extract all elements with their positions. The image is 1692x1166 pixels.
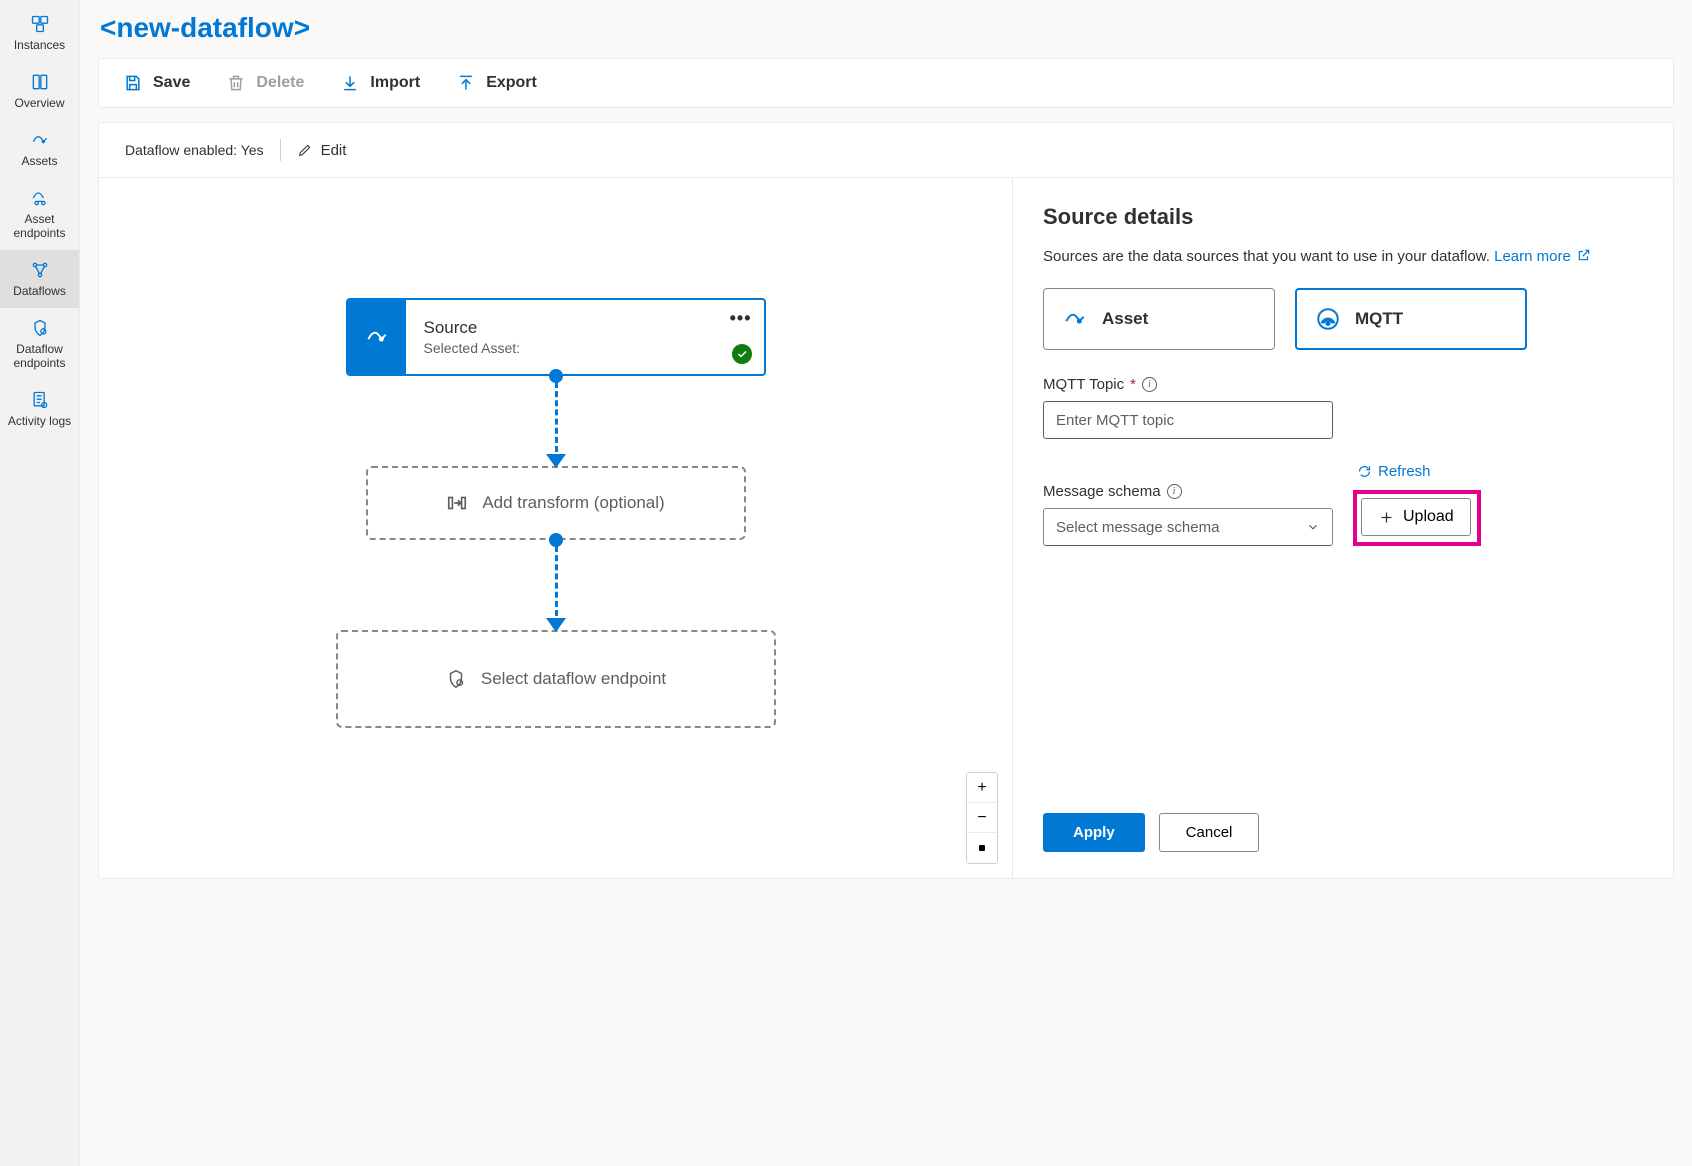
sidebar-label: Assets — [21, 154, 57, 168]
canvas[interactable]: ••• Source Selected Asset: — [99, 178, 1013, 878]
mqtt-topic-input[interactable] — [1043, 401, 1333, 439]
source-node-menu[interactable]: ••• — [730, 308, 752, 329]
import-label: Import — [370, 74, 420, 92]
message-schema-select[interactable]: Select message schema — [1043, 508, 1333, 546]
check-icon — [732, 344, 752, 364]
connector — [555, 540, 557, 630]
details-panel: Source details Sources are the data sour… — [1013, 178, 1673, 878]
source-type-asset-label: Asset — [1102, 309, 1148, 329]
separator — [280, 139, 281, 161]
mqtt-topic-label: MQTT Topic * i — [1043, 376, 1643, 393]
dataflows-icon — [30, 260, 50, 280]
export-button[interactable]: Export — [456, 73, 537, 93]
refresh-link[interactable]: Refresh — [1353, 463, 1431, 480]
plus-icon — [1378, 509, 1395, 526]
zoom-out-button[interactable]: − — [967, 803, 997, 833]
save-button[interactable]: Save — [123, 73, 190, 93]
apply-button[interactable]: Apply — [1043, 813, 1145, 852]
learn-more-link[interactable]: Learn more — [1494, 248, 1591, 265]
message-schema-placeholder: Select message schema — [1056, 519, 1219, 536]
card-header: Dataflow enabled: Yes Edit — [99, 123, 1673, 178]
import-button[interactable]: Import — [340, 73, 420, 93]
zoom-fit-button[interactable] — [967, 833, 997, 863]
select-endpoint-placeholder[interactable]: Select dataflow endpoint — [336, 630, 776, 728]
message-schema-label: Message schema i — [1043, 483, 1333, 500]
select-endpoint-label: Select dataflow endpoint — [481, 669, 666, 689]
delete-label: Delete — [256, 74, 304, 92]
info-icon[interactable]: i — [1142, 377, 1157, 392]
sidebar-label: Instances — [14, 38, 65, 52]
sidebar-item-asset-endpoints[interactable]: Asset endpoints — [0, 178, 79, 250]
sidebar-item-instances[interactable]: Instances — [0, 4, 79, 62]
main-area: <new-dataflow> Save Delete Import Export — [80, 0, 1692, 1166]
source-type-mqtt[interactable]: MQTT — [1295, 288, 1527, 350]
sidebar: Instances Overview Assets Asset endpoint… — [0, 0, 80, 1166]
sidebar-label: Activity logs — [8, 414, 71, 428]
zoom-in-button[interactable]: + — [967, 773, 997, 803]
upload-button[interactable]: Upload — [1361, 498, 1471, 536]
add-transform-placeholder[interactable]: Add transform (optional) — [366, 466, 746, 540]
source-type-asset[interactable]: Asset — [1043, 288, 1275, 350]
assets-icon — [30, 130, 50, 150]
delete-button: Delete — [226, 73, 304, 93]
zoom-controls: + − — [966, 772, 998, 864]
sidebar-item-dataflow-endpoints[interactable]: Dataflow endpoints — [0, 308, 79, 380]
instances-icon — [30, 14, 50, 34]
sidebar-item-activity-logs[interactable]: Activity logs — [0, 380, 79, 438]
dataflow-enabled-status: Dataflow enabled: Yes — [125, 142, 264, 158]
asset-endpoints-icon — [30, 188, 50, 208]
source-node-subtitle: Selected Asset: — [424, 340, 746, 356]
required-marker: * — [1130, 376, 1136, 393]
card-body: ••• Source Selected Asset: — [99, 178, 1673, 878]
sidebar-item-dataflows[interactable]: Dataflows — [0, 250, 79, 308]
dataflow-endpoints-icon — [30, 318, 50, 338]
sidebar-label: Asset endpoints — [4, 212, 75, 240]
add-transform-label: Add transform (optional) — [482, 493, 664, 513]
source-type-row: Asset MQTT — [1043, 288, 1643, 350]
chevron-down-icon — [1306, 520, 1320, 534]
refresh-icon — [1357, 464, 1372, 479]
overview-icon — [30, 72, 50, 92]
sidebar-item-overview[interactable]: Overview — [0, 62, 79, 120]
details-heading: Source details — [1043, 204, 1643, 230]
external-link-icon — [1577, 248, 1591, 266]
toolbar: Save Delete Import Export — [98, 58, 1674, 108]
source-node-title: Source — [424, 318, 746, 338]
source-node-icon — [348, 300, 406, 374]
sidebar-label: Dataflow endpoints — [4, 342, 75, 370]
sidebar-item-assets[interactable]: Assets — [0, 120, 79, 178]
source-type-mqtt-label: MQTT — [1355, 309, 1403, 329]
upload-highlight: Upload — [1353, 490, 1481, 546]
details-description: Sources are the data sources that you wa… — [1043, 248, 1643, 266]
dataflow-card: Dataflow enabled: Yes Edit — [98, 122, 1674, 879]
sidebar-label: Overview — [14, 96, 64, 110]
save-label: Save — [153, 74, 190, 92]
edit-button[interactable]: Edit — [297, 142, 347, 159]
export-label: Export — [486, 74, 537, 92]
source-node[interactable]: ••• Source Selected Asset: — [346, 298, 766, 376]
page-title: <new-dataflow> — [100, 12, 1674, 44]
connector — [555, 376, 557, 466]
activity-logs-icon — [30, 390, 50, 410]
edit-label: Edit — [321, 142, 347, 159]
sidebar-label: Dataflows — [13, 284, 66, 298]
footer-actions: Apply Cancel — [1043, 783, 1643, 852]
cancel-button[interactable]: Cancel — [1159, 813, 1260, 852]
info-icon[interactable]: i — [1167, 484, 1182, 499]
